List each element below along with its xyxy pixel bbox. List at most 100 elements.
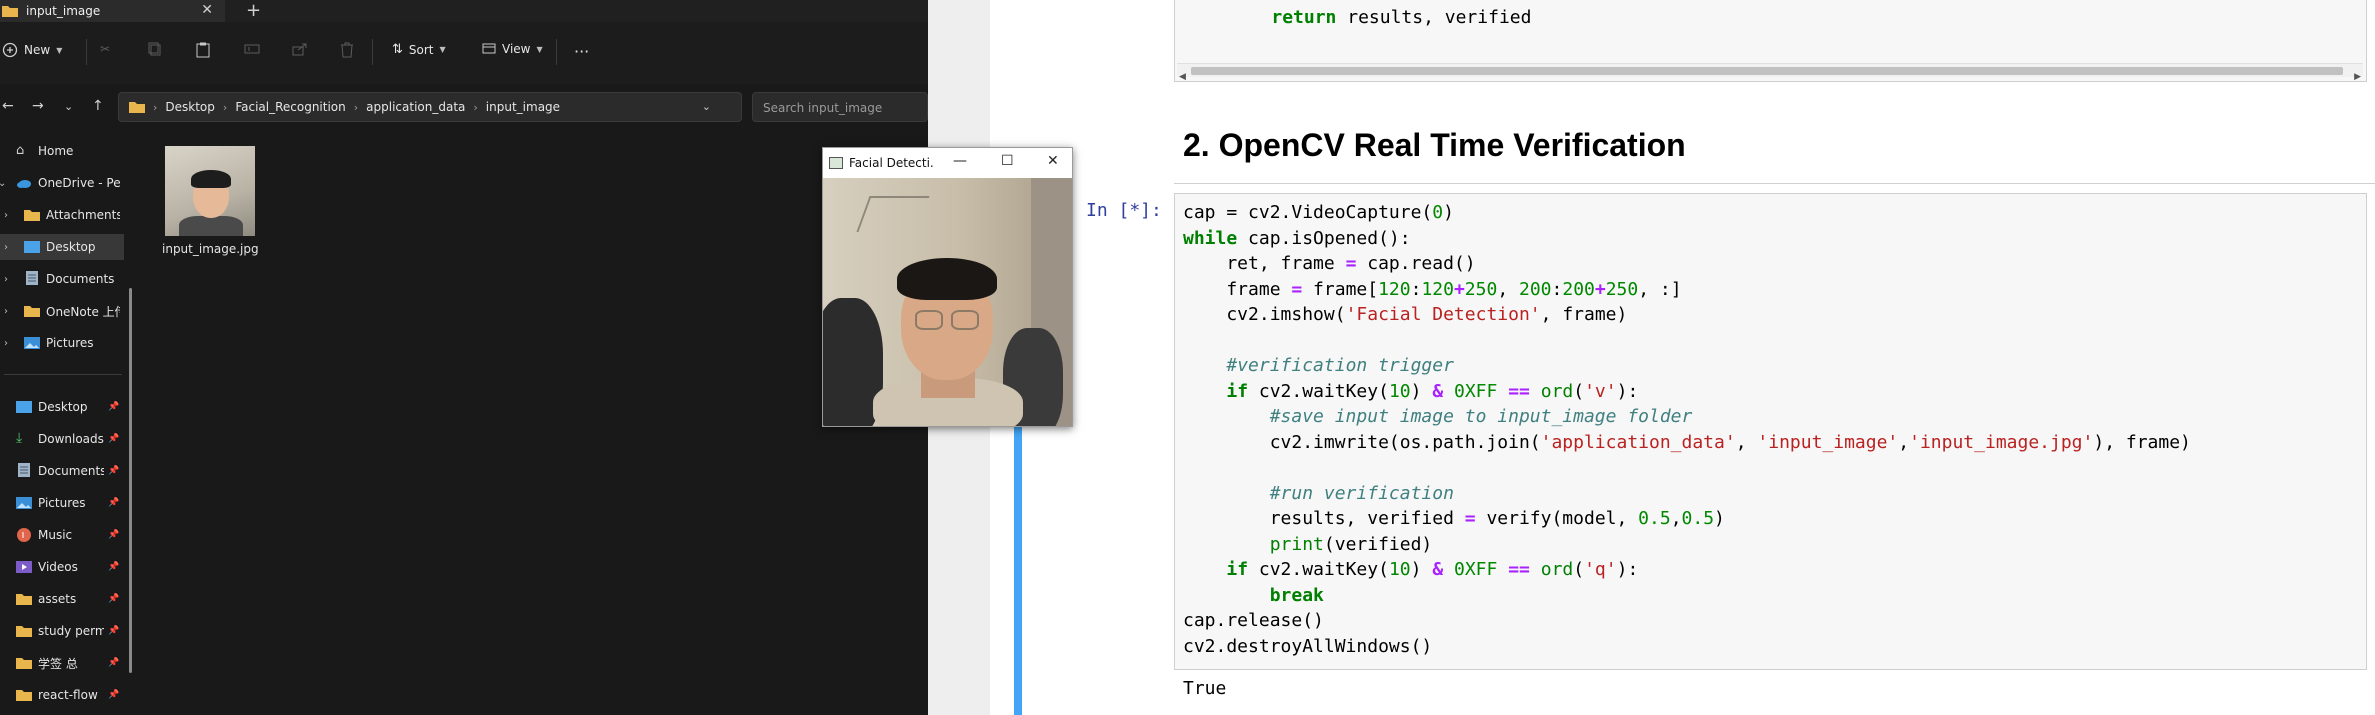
quick-access-desktop[interactable]: Desktop 📌 [0, 394, 124, 420]
pin-icon[interactable]: 📌 [108, 434, 119, 444]
close-tab-icon[interactable]: ✕ [201, 2, 213, 18]
tab-input-image[interactable]: input_image ✕ [0, 0, 225, 22]
view-icon [482, 43, 496, 54]
opencv-titlebar[interactable]: Facial Detecti... — ☐ ✕ [823, 148, 1072, 178]
more-options-button[interactable]: ··· [574, 42, 589, 61]
up-arrow-icon[interactable]: ↑ [92, 98, 104, 114]
quick-access-folder[interactable]: 学签 总 📌 [0, 650, 124, 676]
copy-icon [148, 42, 161, 56]
opencv-window[interactable]: Facial Detecti... — ☐ ✕ [822, 147, 1073, 427]
breadcrumb-item[interactable]: input_image [486, 100, 560, 114]
code-token: cv2.imwrite(os.path.join( [1183, 431, 1541, 453]
code-token: 250 [1464, 278, 1498, 300]
code-token: cap.read() [1356, 253, 1476, 274]
pin-icon[interactable]: 📌 [108, 658, 119, 668]
breadcrumb-item[interactable]: Facial_Recognition [235, 100, 345, 114]
chevron-right-icon: › [4, 273, 8, 285]
code-token: 'application_data' [1540, 431, 1736, 453]
breadcrumb-separator-icon[interactable]: › [354, 101, 358, 114]
nav-item-desktop[interactable]: › Desktop [0, 234, 124, 260]
nav-item-attachments[interactable]: › Attachments [0, 202, 124, 228]
code-token: , :] [1638, 278, 1682, 300]
section-heading: 2. OpenCV Real Time Verification [1183, 127, 1686, 163]
copy-button[interactable] [148, 42, 162, 56]
pin-icon[interactable]: 📌 [108, 690, 119, 700]
overflow-chevron-icon[interactable]: › [153, 101, 157, 114]
pin-icon[interactable]: 📌 [108, 498, 119, 508]
quick-access-documents[interactable]: Documents 📌 [0, 458, 124, 484]
new-tab-button[interactable]: + [246, 0, 261, 22]
pin-icon[interactable]: 📌 [108, 562, 119, 572]
code-cell-editor[interactable]: cap = cv2.VideoCapture(0) while cap.isOpe… [1174, 193, 2367, 670]
nav-item-home[interactable]: ⌂ Home [0, 138, 124, 164]
nav-divider [4, 374, 122, 375]
nav-item-pictures[interactable]: › Pictures [0, 330, 124, 356]
quick-access-assets[interactable]: assets 📌 [0, 586, 124, 612]
code-line: if cv2.waitKey(10) & 0XFF == ord('v'): [1183, 379, 2191, 405]
quick-access-videos[interactable]: Videos 📌 [0, 554, 124, 580]
code-line: cv2.destroyAllWindows() [1183, 634, 2191, 660]
quick-access-study-permit[interactable]: study permit 📌 [0, 618, 124, 644]
delete-button[interactable] [340, 42, 354, 58]
scroll-right-icon[interactable]: ▶ [2354, 65, 2361, 91]
code-line: results, verified = verify(model, 0.5,0.… [1183, 506, 2191, 532]
view-button[interactable]: View ▼ [482, 42, 543, 56]
rename-icon [244, 44, 260, 54]
minimize-icon[interactable]: — [953, 153, 967, 169]
scroll-left-icon[interactable]: ◀ [1179, 65, 1186, 91]
code-token: (verified) [1323, 533, 1433, 555]
code-token: ord [1540, 559, 1574, 580]
code-line: cv2.imshow('Facial Detection', frame) [1183, 302, 2191, 328]
breadcrumb-separator-icon[interactable]: › [223, 101, 227, 114]
forward-arrow-icon[interactable]: → [32, 98, 44, 114]
paste-button[interactable] [196, 42, 210, 58]
pin-icon[interactable]: 📌 [108, 530, 119, 540]
file-item[interactable]: input_image.jpg [162, 146, 259, 256]
quick-access-react-flow[interactable]: react-flow 📌 [0, 682, 124, 708]
nav-item-onedrive[interactable]: ⌄ OneDrive - Personal [0, 170, 124, 196]
cut-button[interactable]: ✂ [100, 42, 110, 56]
address-dropdown-icon[interactable]: ⌄ [702, 100, 711, 113]
nav-scrollbar[interactable] [129, 288, 132, 673]
chevron-right-icon: › [4, 209, 8, 221]
sort-button[interactable]: ⇅ Sort ▼ [392, 42, 446, 57]
pin-icon[interactable]: 📌 [108, 466, 119, 476]
file-list: input_image.jpg [140, 136, 928, 715]
nav-item-onenote[interactable]: › OneNote 上传 [0, 298, 124, 324]
maximize-icon[interactable]: ☐ [1001, 153, 1014, 169]
code-line: while cap.isOpened(): [1183, 226, 2191, 252]
breadcrumb-separator-icon[interactable]: › [473, 101, 477, 114]
pin-icon[interactable]: 📌 [108, 594, 119, 604]
code-line: frame = frame[120:120+250, 200:200+250, … [1183, 277, 2191, 303]
close-icon[interactable]: ✕ [1047, 153, 1059, 169]
code-token: , [1497, 278, 1519, 300]
cell-output: True [1183, 678, 1227, 699]
quick-access-downloads[interactable]: ⤓ Downloads 📌 [0, 426, 124, 452]
chevron-down-icon: ▼ [536, 44, 543, 54]
quick-access-pictures[interactable]: Pictures 📌 [0, 490, 124, 516]
recent-locations-icon[interactable]: ⌄ [64, 100, 73, 113]
quick-access-music[interactable]: Music 📌 [0, 522, 124, 548]
share-button[interactable] [292, 42, 308, 56]
breadcrumb-item[interactable]: application_data [366, 100, 465, 114]
code-token: ord [1540, 380, 1574, 402]
code-token: == [1508, 559, 1530, 580]
address-bar[interactable]: › Desktop › Facial_Recognition › applica… [118, 92, 769, 122]
breadcrumb-item[interactable]: Desktop [165, 100, 215, 114]
horizontal-scrollbar[interactable]: ◀ ▶ [1177, 63, 2363, 82]
rename-button[interactable] [244, 42, 260, 56]
search-input[interactable]: Search input_image [752, 92, 928, 122]
sort-icon: ⇅ [392, 42, 403, 57]
pin-icon[interactable]: 📌 [108, 402, 119, 412]
back-arrow-icon[interactable]: ← [2, 98, 14, 114]
scrollbar-thumb[interactable] [1191, 67, 2343, 75]
nav-label: OneNote 上传 [46, 304, 120, 319]
nav-item-documents[interactable]: › Documents [0, 266, 124, 292]
new-button[interactable]: New ▼ [2, 42, 62, 58]
pin-icon[interactable]: 📌 [108, 626, 119, 636]
code-line: ret, frame = cap.read() [1183, 251, 2191, 277]
previous-code-cell[interactable]: return results, verified ◀ ▶ [1174, 0, 2367, 82]
